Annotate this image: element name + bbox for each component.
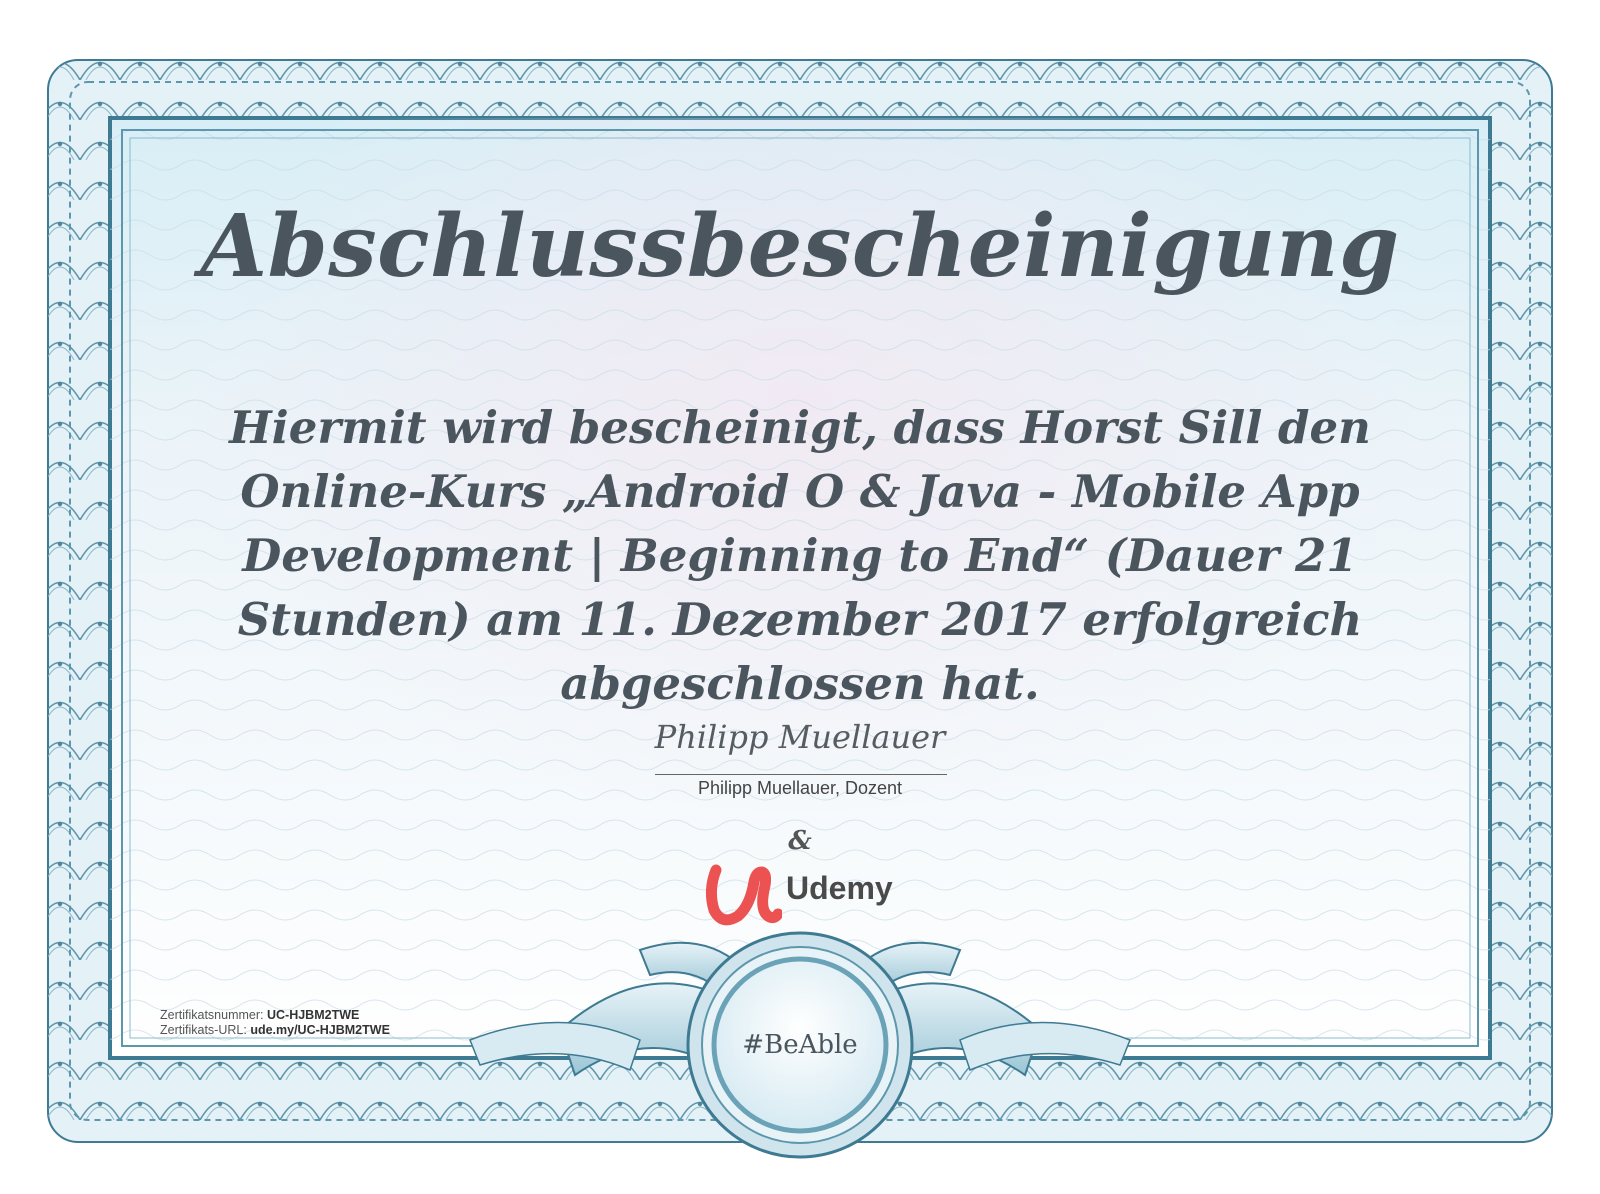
instructor-name: Philipp Muellauer, Dozent <box>697 778 903 798</box>
certificate-url-row: Zertifikats-URL: ude.my/UC-HJBM2TWE <box>160 1023 480 1038</box>
udemy-logo: Udemy <box>702 860 902 930</box>
udemy-u-icon <box>705 864 782 926</box>
signature-line <box>655 774 947 775</box>
certificate-number: UC-HJBM2TWE <box>266 1008 360 1022</box>
statement-line: Online-Kurs „Android O & Java - Mobile A… <box>240 465 1360 518</box>
certificate-statement: Hiermit wird bescheinigt, dass Horst Sil… <box>200 396 1400 716</box>
brand-name: Udemy <box>786 870 893 906</box>
signature: Philipp Muellauer <box>654 718 946 756</box>
statement-line: abgeschlossen hat. <box>560 657 1040 710</box>
statement-line: Development | Beginning to End“ (Dauer 2… <box>242 529 1358 582</box>
certificate-number-row: Zertifikatsnummer: UC-HJBM2TWE <box>160 1008 480 1023</box>
certificate-url-label: Zertifikats-URL: <box>160 1023 247 1037</box>
certificate: Abschlussbescheinigung Hiermit wird besc… <box>0 0 1600 1194</box>
certificate-url[interactable]: ude.my/UC-HJBM2TWE <box>250 1023 390 1037</box>
seal-text: #BeAble <box>742 1030 858 1060</box>
certificate-number-label: Zertifikatsnummer: <box>160 1008 264 1022</box>
ampersand: & <box>788 826 812 856</box>
certificate-meta: Zertifikatsnummer: UC-HJBM2TWE Zertifika… <box>160 1008 480 1038</box>
statement-line: Hiermit wird bescheinigt, dass Horst Sil… <box>229 401 1371 454</box>
certificate-title: Abschlussbescheinigung <box>200 196 1400 297</box>
statement-line: Stunden) am 11. Dezember 2017 erfolgreic… <box>237 593 1363 646</box>
